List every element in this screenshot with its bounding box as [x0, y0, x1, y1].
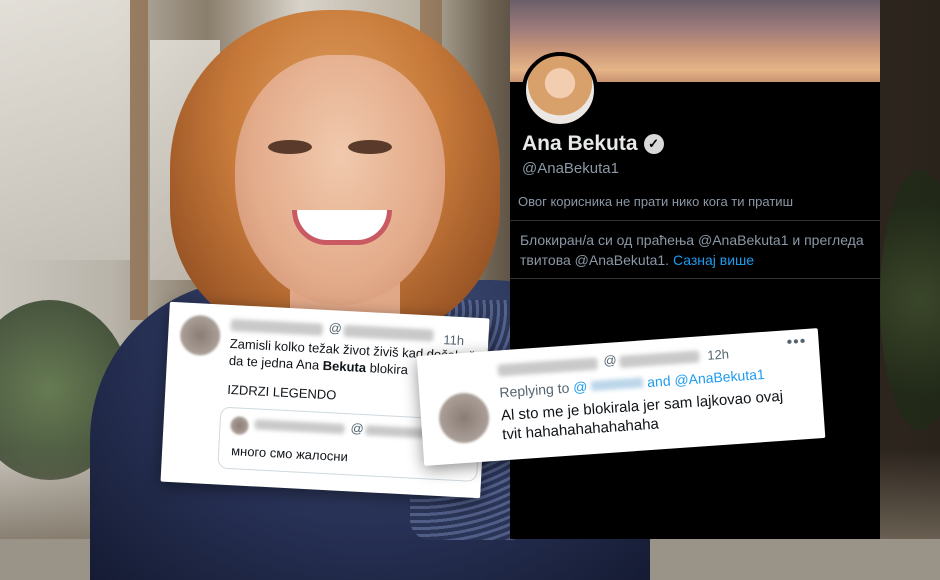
background-window — [0, 0, 130, 260]
verified-icon: ✓ — [643, 134, 664, 154]
replying-mention-link[interactable]: and @AnaBekuta1 — [647, 366, 766, 390]
blurred-avatar — [179, 314, 222, 357]
blurred-avatar — [230, 416, 250, 436]
follow-note: Овог корисника не прати нико кога ти пра… — [518, 194, 793, 209]
tweet-line2: IZDRZI LEGENDO — [227, 381, 337, 403]
divider — [510, 278, 880, 279]
tweet-text-part: blokira — [365, 360, 409, 378]
divider — [510, 220, 880, 221]
blurred-handle — [619, 350, 700, 369]
more-options-icon[interactable]: ••• — [786, 333, 807, 352]
blurred-username — [497, 357, 599, 377]
reply-text: много смо жалосни — [230, 443, 349, 465]
replying-label: Replying to — [498, 379, 574, 401]
person-eye — [348, 140, 392, 154]
window-frame — [130, 0, 148, 320]
blurred-username — [254, 419, 345, 435]
tweet-at: @ — [602, 352, 618, 369]
reply-at: @ — [350, 420, 365, 437]
profile-handle: @AnaBekuta1 — [522, 160, 619, 177]
profile-name: Ana Bekuta — [522, 132, 638, 155]
profile-name-row: Ana Bekuta ✓ — [522, 132, 664, 156]
tweet-time[interactable]: 12h — [707, 346, 730, 362]
learn-more-link[interactable]: Сазнај више — [673, 252, 754, 268]
blurred-handle — [343, 324, 434, 342]
blurred-avatar — [437, 391, 491, 445]
person-eye — [268, 140, 312, 154]
twitter-profile-panel: Ana Bekuta ✓ @AnaBekuta1 Овог корисника … — [510, 0, 880, 539]
tweet-at: @ — [328, 320, 343, 336]
blurred-username — [230, 318, 323, 336]
tweet-text-bold: Bekuta — [322, 357, 367, 376]
replying-user-link[interactable]: @ — [573, 378, 588, 395]
profile-avatar[interactable] — [522, 52, 598, 128]
blocked-notice: Блокиран/а си од праћења @AnaBekuta1 и п… — [520, 230, 870, 270]
person-face — [235, 55, 445, 305]
blurred-replying-user — [590, 377, 644, 392]
